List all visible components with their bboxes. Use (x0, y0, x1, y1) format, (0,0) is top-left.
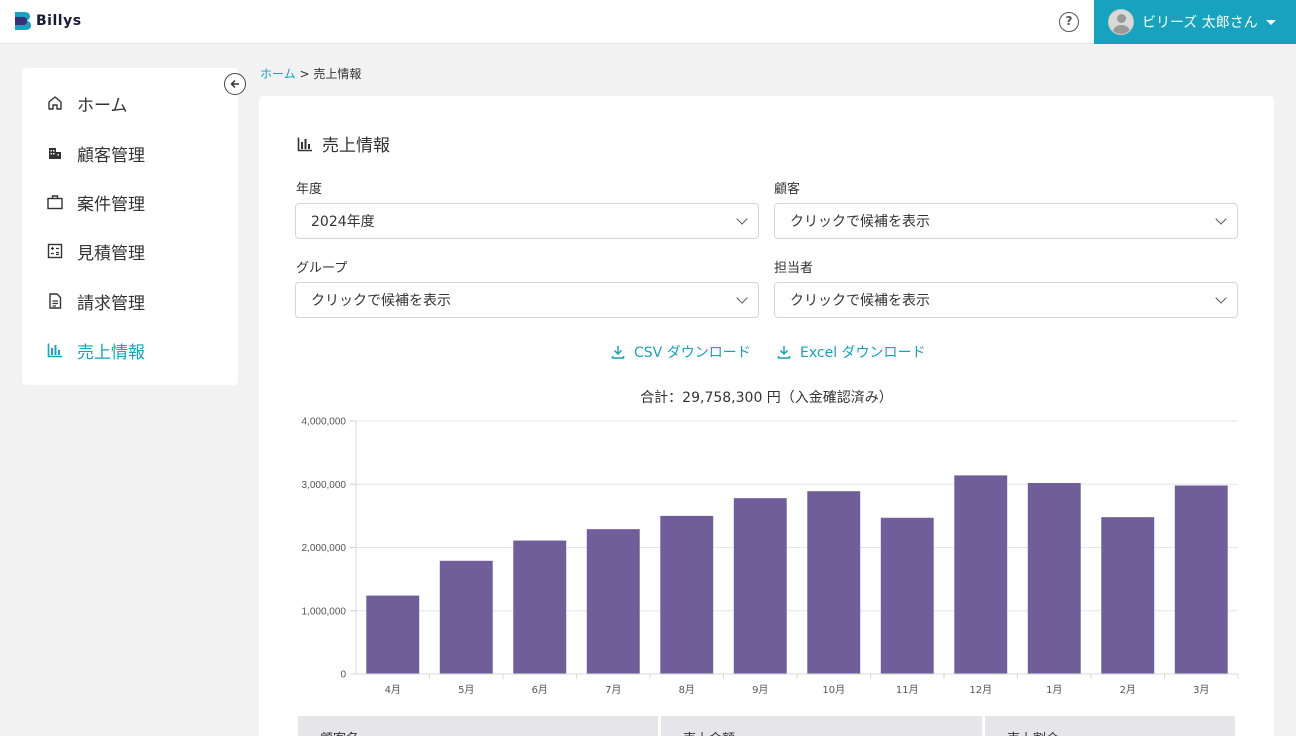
bar-12月[interactable] (954, 475, 1008, 674)
csv-download-button[interactable]: CSV ダウンロード (610, 342, 751, 362)
x-tick-label: 12月 (969, 684, 992, 696)
bar-8月[interactable] (660, 515, 714, 674)
bar-1月[interactable] (1027, 482, 1081, 674)
sidebar-item-projects[interactable]: 案件管理 (45, 187, 245, 217)
chevron-down-icon (736, 292, 748, 304)
bar-11月[interactable] (880, 517, 934, 674)
x-tick-label: 5月 (458, 684, 474, 696)
breadcrumb-separator: > (299, 67, 310, 81)
x-tick-label: 7月 (605, 684, 621, 696)
avatar (1108, 9, 1134, 35)
logo[interactable]: Billys (14, 11, 82, 31)
sales-total: 合計：29,758,300 円（入金確認済み） (640, 390, 893, 406)
sales-bar-chart: 0 1,000,000 2,000,000 3,000,000 4,000,000 4月 5… (302, 417, 1239, 696)
csv-download-label: CSV ダウンロード (634, 345, 751, 361)
table-header-label: 顧客名 (320, 728, 359, 736)
customer-select-value: クリックで候補を表示 (790, 214, 930, 230)
briefcase-icon (45, 192, 65, 212)
bar-chart-icon (45, 340, 65, 360)
x-tick-label: 4月 (385, 684, 401, 696)
x-tick-label: 6月 (532, 684, 548, 696)
x-tick-label: 10月 (822, 684, 845, 696)
excel-download-label: Excel ダウンロード (800, 345, 926, 361)
table-header-label: 売上割合 (1007, 728, 1059, 736)
bar-2月[interactable] (1101, 517, 1155, 674)
group-select[interactable]: クリックで候補を表示 (295, 282, 759, 318)
breadcrumb-home-link[interactable]: ホーム (260, 67, 296, 81)
user-menu-button[interactable]: ビリーズ 太郎さん (1094, 0, 1296, 44)
assignee-select-value: クリックで候補を表示 (790, 293, 930, 309)
chevron-down-icon (1215, 213, 1227, 225)
breadcrumb-current: 売上情報 (313, 67, 362, 81)
sidebar-item-label: 請求管理 (77, 293, 145, 314)
x-tick-label: 2月 (1120, 684, 1136, 696)
group-label: グループ (296, 261, 348, 276)
x-tick-label: 1月 (1046, 684, 1062, 696)
page-title-text: 売上情報 (322, 136, 390, 156)
y-tick-label: 0 (340, 670, 346, 681)
sidebar-item-sales[interactable]: 売上情報 (45, 335, 245, 365)
page-title: 売上情報 (296, 131, 390, 156)
bar-9月[interactable] (733, 498, 787, 674)
excel-download-button[interactable]: Excel ダウンロード (776, 342, 926, 362)
year-select-value: 2024年度 (311, 214, 375, 230)
sidebar-item-estimates[interactable]: 見積管理 (45, 236, 245, 266)
assignee-select[interactable]: クリックで候補を表示 (774, 282, 1238, 318)
user-name: ビリーズ 太郎さん (1142, 15, 1258, 31)
bar-chart-icon (297, 137, 312, 151)
calculator-icon (45, 241, 65, 261)
breadcrumb: ホーム > 売上情報 (260, 65, 361, 82)
customer-select[interactable]: クリックで候補を表示 (774, 203, 1238, 239)
group-select-value: クリックで候補を表示 (311, 293, 451, 309)
sidebar-item-label: 顧客管理 (77, 145, 145, 166)
download-icon (777, 346, 791, 359)
sidebar-item-label: 案件管理 (77, 194, 145, 215)
table-header-label: 売上金額 (683, 728, 735, 736)
help-icon[interactable]: ? (1059, 12, 1079, 32)
y-tick-label: 2,000,000 (302, 543, 347, 554)
sidebar-item-invoices[interactable]: 請求管理 (45, 286, 245, 316)
x-tick-label: 8月 (679, 684, 695, 696)
bar-5月[interactable] (439, 560, 493, 674)
y-tick-label: 4,000,000 (302, 417, 347, 428)
sidebar-item-label: ホーム (77, 95, 128, 116)
bar-3月[interactable] (1174, 485, 1228, 674)
table-header-ratio: 売上割合 (985, 716, 1235, 736)
sidebar-item-label: 売上情報 (77, 342, 145, 363)
bar-10月[interactable] (807, 491, 861, 674)
year-select[interactable]: 2024年度 (295, 203, 759, 239)
sidebar-item-home[interactable]: ホーム (45, 88, 245, 118)
download-icon (611, 346, 625, 359)
table-header-amount: 売上金額 (661, 716, 982, 736)
caret-down-icon (1265, 19, 1276, 25)
table-header-customer: 顧客名 (298, 716, 658, 736)
top-header: Billys ? ビリーズ 太郎さん (0, 0, 1296, 44)
logo-mark-icon (15, 12, 31, 30)
x-tick-label: 11月 (896, 684, 919, 696)
chevron-down-icon (1215, 292, 1227, 304)
chevron-down-icon (736, 213, 748, 225)
x-tick-label: 3月 (1193, 684, 1209, 696)
bar-4月[interactable] (366, 595, 420, 674)
x-tick-label: 9月 (752, 684, 768, 696)
document-icon (45, 291, 65, 311)
home-icon (45, 93, 65, 113)
logo-text: Billys (36, 13, 82, 29)
y-tick-label: 3,000,000 (302, 480, 347, 491)
customer-label: 顧客 (774, 182, 801, 197)
sidebar-item-customers[interactable]: 顧客管理 (45, 138, 245, 168)
building-icon (45, 143, 65, 163)
bar-7月[interactable] (586, 529, 640, 674)
y-tick-label: 1,000,000 (302, 606, 347, 617)
assignee-label: 担当者 (774, 261, 814, 276)
sidebar-item-label: 見積管理 (77, 243, 145, 264)
bar-6月[interactable] (513, 540, 567, 674)
year-label: 年度 (296, 182, 323, 197)
